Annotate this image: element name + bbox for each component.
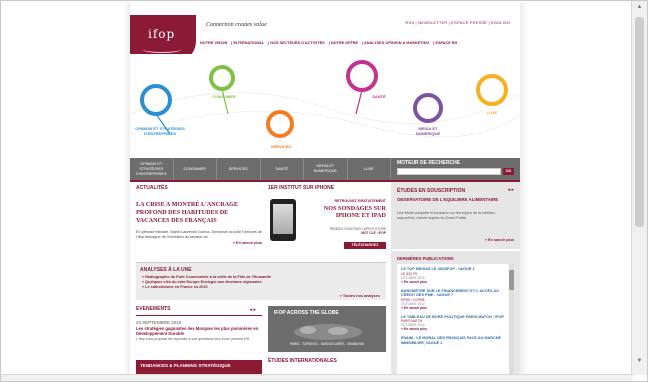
publications-scrollbar[interactable] (509, 264, 514, 376)
events-nav-arrows[interactable]: ◂ ▸ (250, 307, 256, 313)
analyses-all-link[interactable]: » Toutes nos analyses (340, 294, 380, 298)
sidebar-separator (391, 249, 520, 251)
section-nav: OPINION ET STRATÉGIES D'ENTREPRISES CONS… (130, 158, 391, 180)
events-block: EVENEMENTS ◂ ▸ 24 SEPTEMBRE 2010 Les str… (136, 306, 262, 342)
globe-block[interactable]: IFOP ACROSS THE GLOBE PARIS - TORONTO - … (268, 306, 386, 352)
scroll-up-icon[interactable]: ▲ (635, 3, 644, 12)
iphone-title: NOS SONDAGES SUR IPHONE ET IPAD (323, 205, 386, 219)
publications-heading: DERNIÈRES PUBLICATIONS (397, 256, 454, 261)
hero-label-services[interactable]: SERVICES (264, 144, 298, 149)
publications-list: LE TOP MEDIAS LE JDD/IFOP - VAGUE 1 LE J… (397, 264, 509, 376)
utility-links[interactable]: RSS | NEWSLETTER | ESPACE PRESSE | ENGLI… (405, 20, 510, 25)
iphone-block: 1ER INSTITUT SUR IPHONE RETROUVEZ GRATUI… (268, 185, 386, 249)
sectnav-consumer[interactable]: CONSUMER (174, 158, 217, 180)
page-viewport: ifop Connection creates value RSS | NEWS… (2, 2, 632, 376)
iphone-image (270, 199, 296, 241)
site-container: ifop Connection creates value RSS | NEWS… (130, 2, 520, 376)
scroll-down-icon[interactable]: ▼ (635, 357, 644, 366)
iphone-note-keyword: MOT CLÉ : IFOP (361, 231, 386, 235)
horizontal-scrollbar[interactable] (1, 374, 633, 381)
iphone-screen (273, 204, 293, 234)
sectnav-services[interactable]: SERVICES (217, 158, 261, 180)
media-circle[interactable] (413, 93, 443, 123)
events-heading: EVENEMENTS (136, 306, 171, 312)
hero-label-consumer[interactable]: CONSUMER (204, 94, 244, 99)
event-title[interactable]: Les stratégies gagnantes des Marques les… (136, 326, 262, 336)
site-shadow-left (122, 2, 130, 376)
search-panel: MOTEUR DE RECHERCHE OK (391, 158, 520, 180)
services-circle[interactable] (266, 110, 294, 138)
publication-more-link[interactable]: » En savoir plus (401, 327, 505, 331)
hero-label-luxe[interactable]: LUXE (480, 110, 504, 115)
vertical-scrollbar[interactable]: ▲ ▼ (631, 1, 647, 375)
consumer-circle[interactable] (209, 65, 235, 91)
analyses-list: » Radiographie du Parti Communiste à la … (142, 275, 271, 290)
opinion-circle[interactable] (140, 84, 172, 116)
souscription-nav-arrows[interactable]: ◂ ▸ (508, 187, 514, 193)
actualites-heading: ACTUALITÉS (136, 185, 168, 191)
publication-item[interactable]: LE TABLEAU DE BORD POLITIQUE PARIS MATCH… (401, 315, 505, 332)
sante-circle[interactable] (346, 60, 378, 92)
publication-more-link[interactable]: » En savoir plus (401, 280, 505, 284)
event-text: L'Ifop vous propose de répondre à vos qu… (136, 337, 250, 341)
iphone-heading: 1ER INSTITUT SUR IPHONE (268, 185, 335, 191)
luxe-circle[interactable] (476, 74, 508, 106)
souscription-heading: ÉTUDES EN SOUSCRIPTION (397, 188, 466, 194)
logo-arc (142, 45, 182, 53)
nav-secteurs[interactable]: NOS SECTEURS D'ACTIVITÉS (270, 41, 325, 45)
publication-item[interactable]: LE TOP MEDIAS LE JDD/IFOP - VAGUE 1 LE J… (401, 267, 505, 284)
tagline: Connection creates value (206, 22, 267, 28)
analyses-heading: ANALYSES À LA UNE (140, 267, 192, 273)
actualites-block: ACTUALITÉS LA CRISE A MONTRÉ L'ANCRAGE P… (136, 185, 262, 245)
hero-label-opinion[interactable]: OPINION ET STRATÉGIES D'ENTREPRISES (132, 126, 188, 136)
actualites-more-link[interactable]: » En savoir plus (136, 241, 262, 245)
publication-title[interactable]: FNAIM : LE MORAL DES FRANÇAIS FACE AU MA… (401, 336, 505, 345)
globe-cities: PARIS - TORONTO - BUENOS AIRES - SHANGHA… (290, 342, 364, 346)
sectnav-luxe[interactable]: LUXE (348, 158, 391, 180)
nav-notre-vision[interactable]: NOTRE VISION (200, 41, 227, 45)
souscription-text: Une étude complète et exclusive sur les … (397, 211, 495, 220)
search-title: MOTEUR DE RECHERCHE (397, 160, 461, 166)
publication-title[interactable]: BAROMÈTRE SUR LE FINANCEMENT ET L'ACCÈS … (401, 289, 505, 298)
souscription-title[interactable]: OBSERVATOIRE DE L'EQUILIBRE ALIMENTAIRE (397, 197, 515, 202)
analyses-block: ANALYSES À LA UNE » Radiographie du Part… (136, 262, 386, 300)
scroll-thumb[interactable] (635, 17, 644, 227)
actualites-title[interactable]: LA CRISE A MONTRÉ L'ANCRAGE PROFOND DES … (136, 201, 262, 225)
nav-analyses[interactable]: ANALYSES OPINION & MARKETING (364, 41, 429, 45)
site-shadow-right (520, 2, 528, 376)
iphone-note: RENDEZ-VOUS SUR L'APPLE STORE MOT CLÉ : … (300, 227, 386, 235)
etudes-internationales[interactable]: ÉTUDES INTERNATIONALES (268, 358, 337, 364)
main-nav: NOTRE VISION | INTERNATIONAL | NOS SECTEUR… (200, 41, 458, 45)
hero-label-sante[interactable]: SANTÉ (366, 94, 392, 99)
hero-illustration: OPINION ET STRATÉGIES D'ENTREPRISES CONS… (130, 54, 520, 158)
publication-item[interactable]: FNAIM : LE MORAL DES FRANÇAIS FACE AU MA… (401, 336, 505, 345)
iphone-sub: RETROUVEZ GRATUITEMENT (334, 199, 386, 203)
actualites-text: En période estivale, Marie-Laurence Guén… (136, 230, 262, 239)
search-input[interactable] (397, 168, 501, 175)
analyses-item[interactable]: » Le catholicisme en France en 2010 (142, 285, 271, 290)
publications-scroll-thumb[interactable] (509, 270, 514, 290)
right-sidebar: ÉTUDES EN SOUSCRIPTION ◂ ▸ OBSERVATOIRE … (391, 182, 520, 376)
nav-espace-rh[interactable]: ESPACE RH (435, 41, 457, 45)
telechargez-button[interactable]: TÉLÉCHARGEZ (344, 242, 386, 249)
browser-window: ifop Connection creates value RSS | NEWS… (0, 0, 648, 382)
publication-more-link[interactable]: » En savoir plus (401, 306, 505, 310)
sectnav-media[interactable]: MEDIA ET NUMERIQUE (304, 158, 348, 180)
logo-text: ifop (148, 27, 176, 41)
publication-item[interactable]: BAROMÈTRE SUR LE FINANCEMENT ET L'ACCÈS … (401, 289, 505, 310)
nav-offre[interactable]: NOTRE OFFRE (331, 41, 358, 45)
sectnav-sante[interactable]: SANTÉ (261, 158, 304, 180)
souscription-more-link[interactable]: » En savoir plus (485, 238, 514, 242)
hero-graphic (130, 60, 520, 138)
events-header: EVENEMENTS ◂ ▸ (136, 306, 262, 316)
sectnav-opinion[interactable]: OPINION ET STRATÉGIES D'ENTREPRISES (130, 158, 174, 180)
nav-international[interactable]: INTERNATIONAL (233, 41, 264, 45)
event-date: 24 SEPTEMBRE 2010 (136, 320, 182, 325)
search-ok-button[interactable]: OK (503, 168, 514, 175)
hero-label-media[interactable]: MEDIA ET NUMERIQUE (412, 126, 444, 136)
